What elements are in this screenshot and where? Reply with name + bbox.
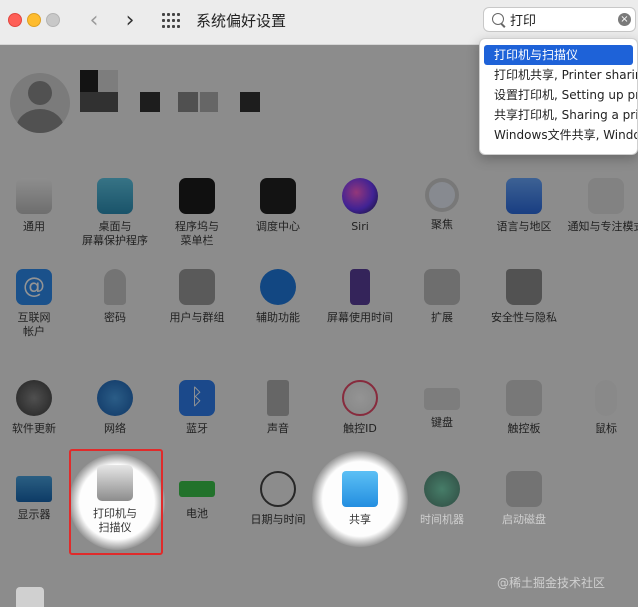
search-result-item[interactable]: 设置打印机, Setting up printers bbox=[480, 85, 637, 105]
search-result-item[interactable]: Windows文件共享, Windows file sharing bbox=[480, 125, 637, 145]
pref-time-machine[interactable]: 时间机器 bbox=[402, 471, 482, 527]
startup-disk-icon bbox=[506, 471, 542, 507]
time-machine-icon bbox=[424, 471, 460, 507]
search-field[interactable]: × bbox=[483, 7, 636, 32]
java-icon[interactable] bbox=[16, 587, 44, 607]
minimize-window-button[interactable] bbox=[27, 13, 41, 27]
system-preferences-window: ‹ › 系统偏好设置 × 通用 桌面与 屏幕保护程序 程序坞与 菜单栏 bbox=[0, 0, 638, 607]
forward-arrow-icon[interactable]: › bbox=[118, 8, 142, 34]
pref-startup-disk[interactable]: 启动磁盘 bbox=[484, 471, 564, 527]
search-input[interactable] bbox=[510, 10, 605, 29]
printer-highlight-box bbox=[69, 449, 163, 555]
back-arrow-icon[interactable]: ‹ bbox=[82, 8, 106, 34]
clear-search-icon[interactable]: × bbox=[618, 13, 631, 26]
search-result-item[interactable]: 打印机共享, Printer sharing bbox=[480, 65, 637, 85]
zoom-window-button[interactable] bbox=[46, 13, 60, 27]
watermark-text: @稀土掘金技术社区 bbox=[497, 576, 606, 590]
show-all-grid-icon[interactable] bbox=[162, 13, 180, 29]
pref-sharing[interactable]: 共享 bbox=[320, 471, 400, 527]
window-title: 系统偏好设置 bbox=[196, 12, 287, 30]
search-result-item[interactable]: 打印机与扫描仪 bbox=[484, 45, 633, 65]
search-result-item[interactable]: 共享打印机, Sharing a printer bbox=[480, 105, 637, 125]
search-results-dropdown: 打印机与扫描仪 打印机共享, Printer sharing 设置打印机, Se… bbox=[479, 38, 638, 155]
sharing-folder-icon bbox=[342, 471, 378, 507]
search-icon bbox=[492, 13, 504, 25]
close-window-button[interactable] bbox=[8, 13, 22, 27]
